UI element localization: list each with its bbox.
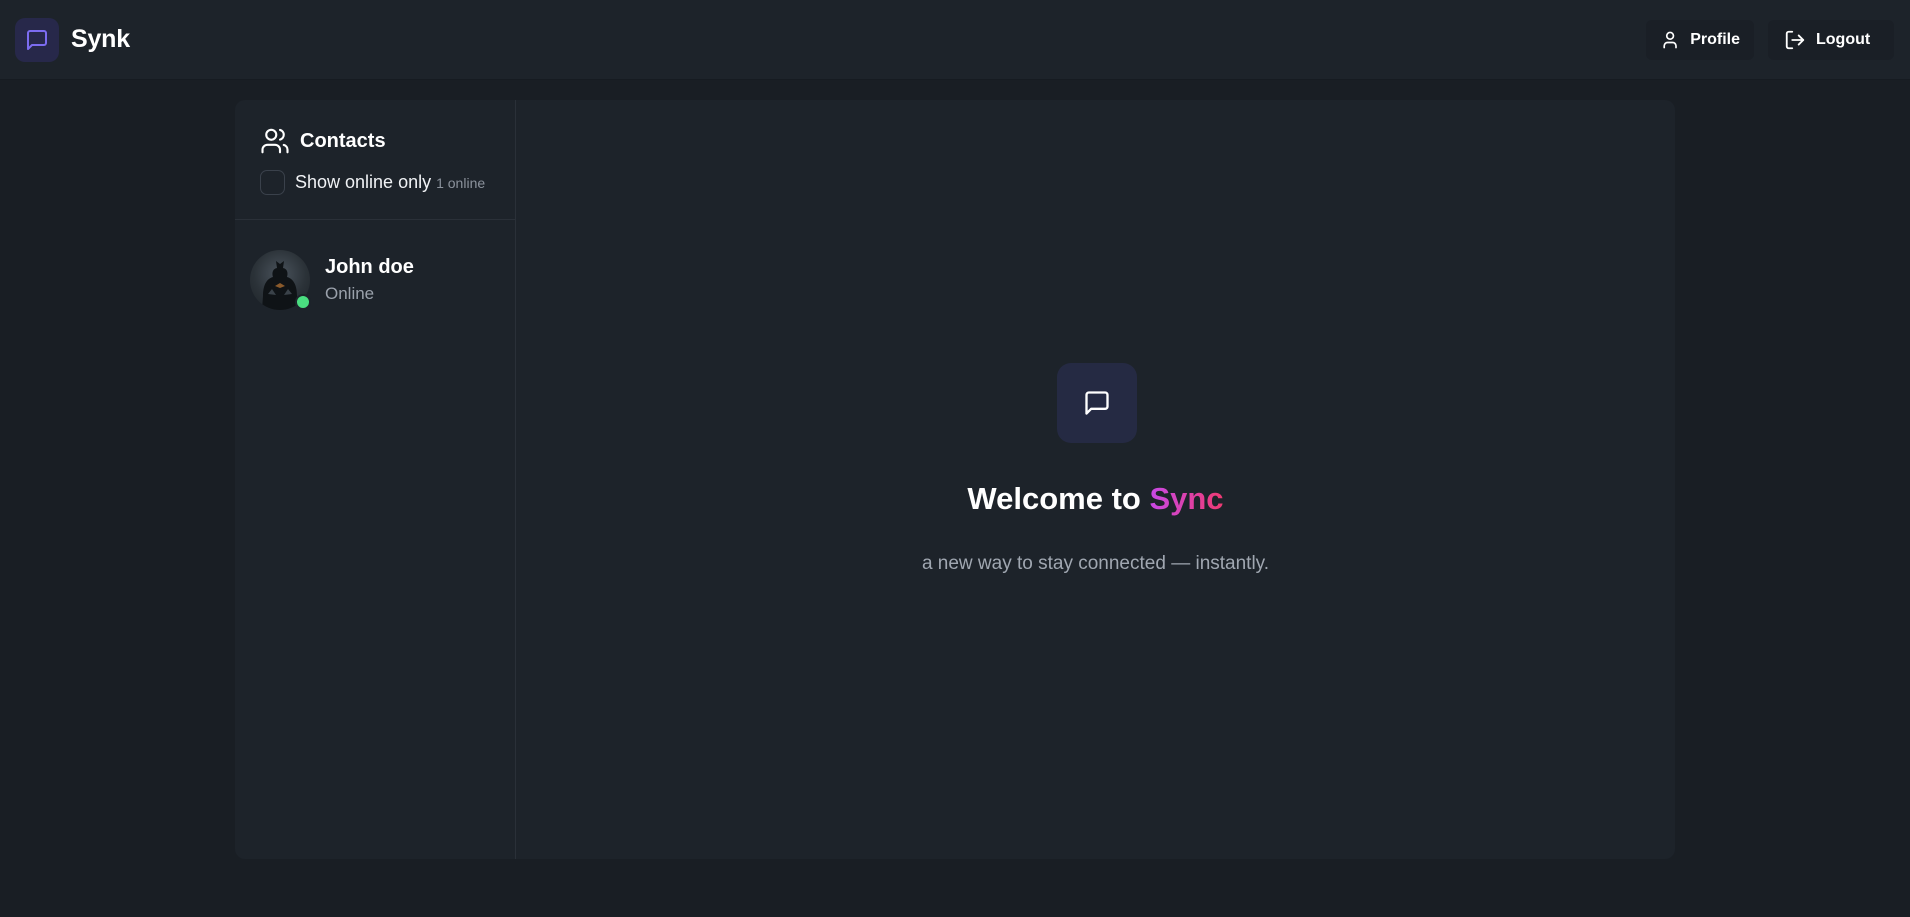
brand-logo	[15, 17, 59, 62]
log-out-icon	[1785, 30, 1805, 49]
online-indicator	[295, 294, 311, 310]
welcome-title: Welcome to Sync	[516, 481, 1675, 517]
logout-button[interactable]: Logout	[1768, 19, 1894, 60]
contact-info: John doe Online	[325, 256, 414, 304]
contact-status: Online	[325, 284, 375, 303]
profile-button[interactable]: Profile	[1646, 19, 1754, 60]
welcome-title-accent: Sync	[1149, 481, 1224, 516]
logout-label: Logout	[1816, 30, 1871, 48]
message-square-icon	[1085, 391, 1109, 415]
nav-actions: Profile Logout	[1646, 19, 1894, 60]
contact-name: John doe	[325, 256, 414, 278]
brand-name: Synk	[71, 25, 130, 53]
chat-container: Contacts Show online only 1 online John …	[235, 100, 1675, 859]
contacts-title: Contacts	[260, 126, 491, 156]
welcome-title-prefix: Welcome to	[967, 481, 1150, 516]
user-icon	[1663, 31, 1677, 48]
show-online-label[interactable]: Show online only	[295, 172, 431, 193]
users-icon	[261, 128, 289, 154]
message-square-icon	[27, 29, 47, 50]
brand[interactable]: Synk	[15, 17, 130, 62]
avatar-wrapper	[250, 250, 311, 310]
contacts-sidebar: Contacts Show online only 1 online John …	[235, 100, 516, 859]
sidebar-header: Contacts Show online only 1 online	[235, 100, 515, 220]
welcome-icon-box	[1057, 363, 1137, 443]
show-online-checkbox[interactable]	[260, 170, 285, 195]
top-navbar: Synk Profile Logout	[0, 0, 1910, 80]
online-count: 1 online	[436, 174, 486, 191]
profile-label: Profile	[1690, 30, 1740, 48]
online-filter[interactable]: Show online only 1 online	[260, 170, 491, 195]
welcome-subtitle: a new way to stay connected — instantly.	[921, 553, 1270, 574]
contact-item[interactable]: John doe Online	[235, 250, 515, 310]
welcome-pane: Welcome to Sync a new way to stay connec…	[516, 100, 1675, 859]
contact-list: John doe Online	[235, 220, 515, 310]
contacts-heading: Contacts	[300, 129, 386, 152]
